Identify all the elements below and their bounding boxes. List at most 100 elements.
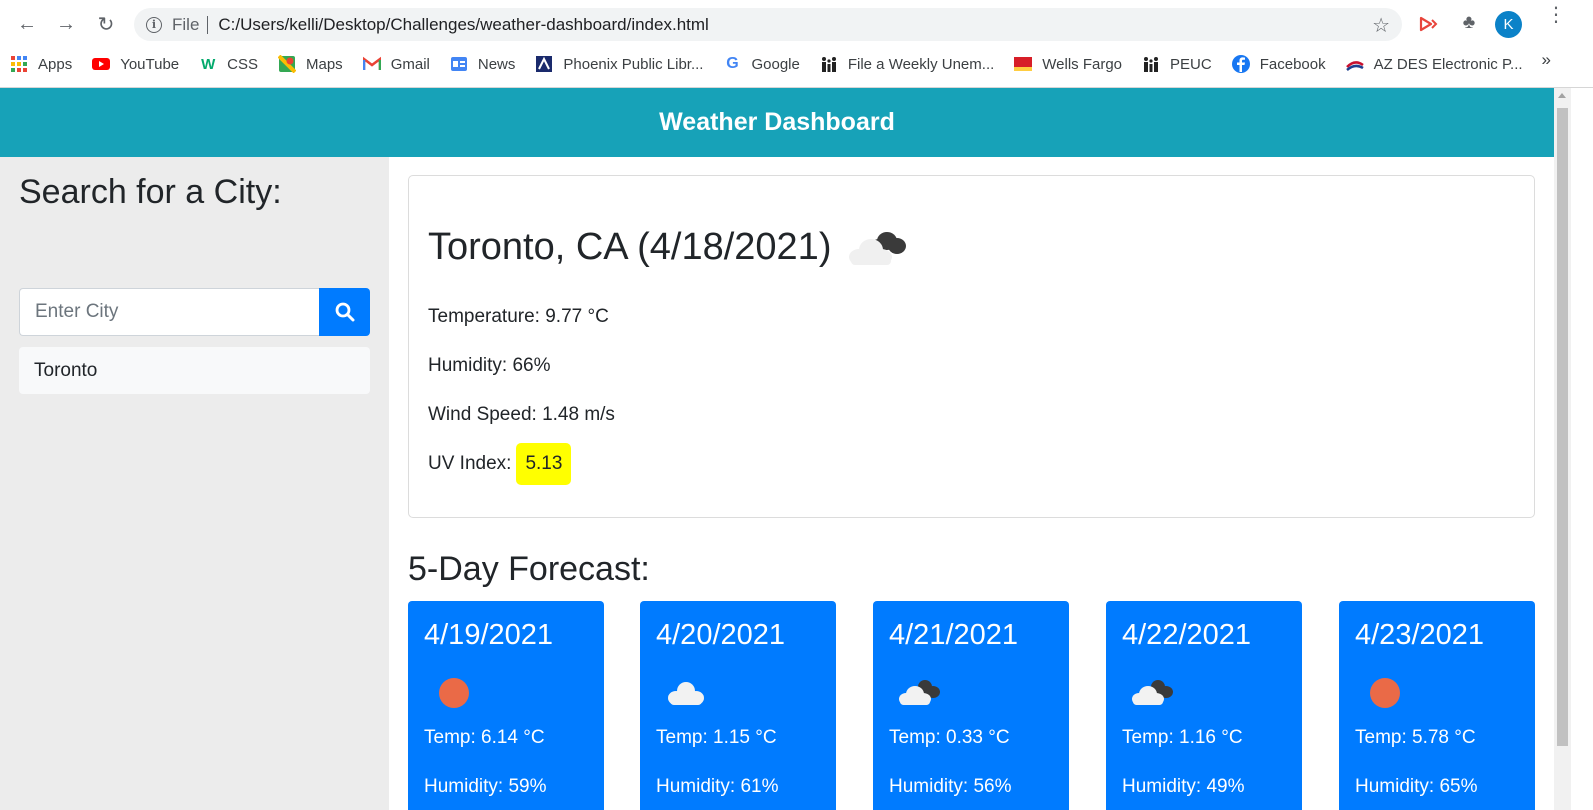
forecast-temp: Temp: 5.78 °C: [1355, 727, 1476, 748]
forecast-date: 4/21/2021: [889, 619, 1019, 651]
az-des-icon: [1345, 61, 1364, 71]
bookmark-label: Maps: [306, 55, 343, 73]
back-icon[interactable]: ←: [13, 10, 41, 38]
profile-avatar[interactable]: K: [1495, 11, 1522, 38]
forecast-temp: Temp: 1.15 °C: [656, 727, 777, 748]
forecast-humidity: Humidity: 49%: [1122, 776, 1245, 797]
broken-clouds-icon: [1132, 680, 1173, 705]
browser-menu-icon[interactable]: ⋮: [1546, 5, 1566, 25]
clear-sun-icon: [1370, 678, 1400, 708]
maps-icon: [278, 55, 296, 73]
forecast-date: 4/22/2021: [1122, 619, 1252, 651]
forecast-humidity: Humidity: 61%: [656, 776, 779, 797]
forecast-card: 4/22/2021 Temp: 1.16 °C Humidity: 49%: [1106, 601, 1302, 810]
bookmark-label: YouTube: [120, 55, 180, 73]
reload-icon[interactable]: ↻: [92, 10, 120, 38]
bookmark-phoenix-library[interactable]: Phoenix Public Libr...: [525, 50, 713, 78]
forecast-humidity: Humidity: 65%: [1355, 776, 1478, 797]
bookmark-wells-fargo[interactable]: Wells Fargo: [1004, 50, 1132, 78]
bookmark-gmail[interactable]: Gmail: [353, 50, 440, 78]
city-search-input[interactable]: [19, 288, 320, 336]
google-icon: G: [726, 55, 739, 72]
current-weather-card: Toronto, CA (4/18/2021) Temperature: 9.7…: [408, 175, 1535, 518]
current-temperature: Temperature: 9.77 °C: [428, 306, 609, 327]
bookmark-label: CSS: [227, 55, 258, 73]
search-button[interactable]: [319, 288, 370, 336]
bookmark-label: AZ DES Electronic P...: [1373, 55, 1523, 73]
url-scheme: File: [172, 14, 200, 34]
bookmark-maps[interactable]: Maps: [268, 50, 353, 78]
current-humidity: Humidity: 66%: [428, 355, 551, 376]
uv-label: UV Index:: [428, 453, 512, 474]
page-viewport: Weather Dashboard Search for a City: Tor…: [0, 88, 1554, 810]
library-icon: [536, 56, 553, 72]
address-bar[interactable]: i File C:/Users/kelli/Desktop/Challenges…: [134, 8, 1402, 41]
apps-grid-icon: [11, 56, 27, 72]
bookmarks-overflow-button[interactable]: »: [1542, 50, 1551, 70]
forecast-card: 4/19/2021 Temp: 6.14 °C Humidity: 59%: [408, 601, 604, 810]
bookmark-peuc[interactable]: PEUC: [1132, 50, 1222, 78]
bookmark-apps[interactable]: Apps: [0, 50, 82, 78]
bookmarks-bar: Apps YouTube W CSS Maps Gmail News Phoen…: [0, 50, 1593, 78]
search-heading: Search for a City:: [19, 173, 282, 211]
bookmark-label: Facebook: [1259, 55, 1326, 73]
divider: [207, 15, 209, 34]
bookmark-label: News: [477, 55, 516, 73]
forecast-heading: 5-Day Forecast:: [408, 550, 650, 588]
page-header: Weather Dashboard: [0, 88, 1554, 157]
bookmark-label: Gmail: [390, 55, 430, 73]
family-icon: [1144, 57, 1159, 72]
browser-chrome: ← → ↻ i File C:/Users/kelli/Desktop/Chal…: [0, 0, 1593, 88]
current-city-heading: Toronto, CA (4/18/2021): [428, 224, 909, 270]
forecast-temp: Temp: 0.33 °C: [889, 727, 1010, 748]
broken-clouds-icon: [899, 680, 940, 705]
info-icon[interactable]: i: [146, 16, 162, 33]
bookmark-star-icon[interactable]: ☆: [1372, 13, 1390, 38]
forecast-temp: Temp: 6.14 °C: [424, 727, 545, 748]
google-news-icon: [450, 57, 467, 71]
facebook-icon: [1231, 55, 1250, 73]
bookmark-az-des[interactable]: AZ DES Electronic P...: [1336, 50, 1533, 78]
forecast-date: 4/20/2021: [656, 619, 786, 651]
forecast-humidity: Humidity: 56%: [889, 776, 1012, 797]
bookmark-news[interactable]: News: [440, 50, 526, 78]
forecast-temp: Temp: 1.16 °C: [1122, 727, 1243, 748]
extensions-puzzle-icon[interactable]: ♣: [1458, 12, 1480, 34]
forecast-card: 4/23/2021 Temp: 5.78 °C Humidity: 65%: [1339, 601, 1535, 810]
forecast-humidity: Humidity: 59%: [424, 776, 547, 797]
current-city-title: Toronto, CA (4/18/2021): [428, 225, 832, 268]
forecast-card: 4/20/2021 Temp: 1.15 °C Humidity: 61%: [640, 601, 836, 810]
bookmark-label: Google: [751, 55, 800, 73]
page-scrollbar[interactable]: [1554, 88, 1571, 810]
search-history-item[interactable]: Toronto: [19, 347, 370, 394]
w3-icon: W: [201, 55, 216, 73]
bookmark-youtube[interactable]: YouTube: [82, 50, 189, 78]
wells-fargo-icon: [1014, 57, 1033, 71]
uv-index-badge: 5.13: [516, 443, 572, 485]
url-text[interactable]: C:/Users/kelli/Desktop/Challenges/weathe…: [218, 15, 708, 35]
search-sidebar: Search for a City: Toronto: [0, 157, 389, 810]
bookmark-unemployment[interactable]: File a Weekly Unem...: [810, 50, 1004, 78]
gmail-icon: [362, 56, 381, 70]
bookmark-css[interactable]: W CSS: [189, 50, 268, 78]
page-title: Weather Dashboard: [659, 108, 895, 136]
current-uv-row: UV Index: 5.13: [428, 443, 572, 485]
bookmark-label: Phoenix Public Libr...: [563, 55, 704, 73]
bookmark-label: Apps: [38, 55, 73, 73]
bookmark-label: Wells Fargo: [1042, 55, 1123, 73]
bookmark-google[interactable]: G Google: [713, 50, 809, 78]
forecast-date: 4/19/2021: [424, 619, 554, 651]
scrollbar-thumb[interactable]: [1557, 108, 1568, 746]
clear-sun-icon: [439, 678, 469, 708]
extension-cast-icon[interactable]: [1418, 14, 1438, 34]
bookmark-label: File a Weekly Unem...: [847, 55, 995, 73]
forecast-card: 4/21/2021 Temp: 0.33 °C Humidity: 56%: [873, 601, 1069, 810]
youtube-icon: [92, 58, 111, 70]
scroll-up-icon[interactable]: [1558, 93, 1566, 98]
forward-icon[interactable]: →: [52, 10, 80, 38]
bookmark-label: PEUC: [1170, 55, 1212, 73]
search-icon: [335, 302, 354, 322]
forecast-date: 4/23/2021: [1355, 619, 1485, 651]
broken-clouds-icon: [849, 232, 907, 265]
bookmark-facebook[interactable]: Facebook: [1222, 50, 1336, 78]
